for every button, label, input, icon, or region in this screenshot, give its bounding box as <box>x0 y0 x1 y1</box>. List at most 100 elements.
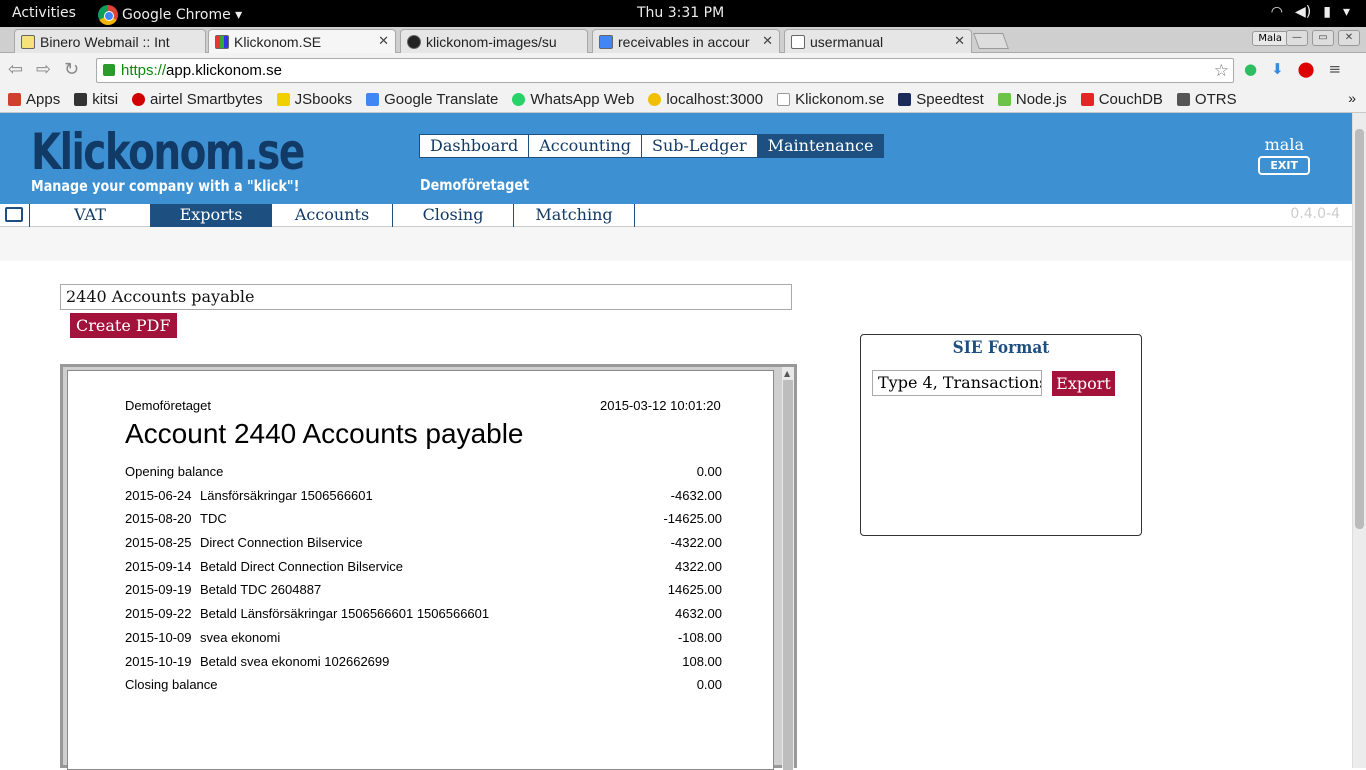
close-window-icon[interactable]: ✕ <box>1338 30 1360 46</box>
maximize-icon[interactable]: ▭ <box>1312 30 1334 46</box>
pdf-scrollbar-thumb[interactable] <box>783 380 793 770</box>
page-scrollbar[interactable] <box>1352 113 1366 768</box>
url-scheme: https:// <box>121 62 167 79</box>
sub-nav-closing[interactable]: Closing <box>393 204 514 227</box>
main-nav-maintenance[interactable]: Maintenance <box>757 135 884 157</box>
ledger-row: 2015-09-22 Betald Länsförsäkringar 15065… <box>125 603 722 627</box>
sie-format-title: SIE Format <box>952 338 1050 358</box>
bookmark-apps[interactable]: Apps <box>8 91 60 108</box>
system-tray[interactable]: ◠ ◀) ▮ ▾ <box>1271 4 1350 20</box>
row-text: svea ekonomi <box>200 629 281 645</box>
otrs-icon <box>1176 92 1190 106</box>
row-amount: 108.00 <box>682 653 722 669</box>
wifi-icon: ◠ <box>1270 4 1284 20</box>
create-pdf-button[interactable]: Create PDF <box>70 313 177 338</box>
page-scrollbar-thumb[interactable] <box>1355 129 1364 529</box>
sub-nav-accounts[interactable]: Accounts <box>272 204 393 227</box>
forward-icon[interactable]: ⇨ <box>36 59 51 80</box>
account-select[interactable]: 2440 Accounts payable <box>60 284 792 310</box>
sub-nav-exports[interactable]: Exports <box>151 204 272 227</box>
sub-nav-vat[interactable]: VAT <box>30 204 151 227</box>
bookmark-google-translate[interactable]: Google Translate <box>366 91 498 108</box>
sie-format-panel: SIE Format Type 4, Transactions Export <box>860 334 1142 536</box>
tab-receivables[interactable]: receivables in accour ✕ <box>592 29 780 53</box>
url-host: app.klickonom.se <box>166 62 282 79</box>
reload-icon[interactable]: ↻ <box>64 59 79 80</box>
bookmark-label: JSbooks <box>294 90 353 108</box>
app-header: Klickonom.se Manage your company with a … <box>0 113 1352 204</box>
bookmark-whatsapp[interactable]: WhatsApp Web <box>512 91 634 108</box>
row-date: 2015-09-22 <box>125 606 192 622</box>
menu-icon[interactable]: ≡ <box>1328 60 1341 78</box>
tab-binero-webmail[interactable]: Binero Webmail :: Int <box>14 29 206 53</box>
bookmark-label: localhost:3000 <box>666 90 764 108</box>
row-date: 2015-09-14 <box>125 558 192 574</box>
adblock-icon[interactable]: ⬤ <box>1298 60 1315 78</box>
globe-icon <box>648 92 662 106</box>
bookmark-localhost[interactable]: localhost:3000 <box>648 91 763 108</box>
row-amount: 14625.00 <box>667 582 722 598</box>
chat-icon[interactable] <box>5 207 23 222</box>
row-text: Länsförsäkringar 1506566601 <box>200 487 373 503</box>
ledger-row: 2015-10-09 svea ekonomi -108.00 <box>125 627 722 651</box>
minimize-icon[interactable]: — <box>1286 30 1308 46</box>
back-icon[interactable]: ⇦ <box>8 59 23 80</box>
close-tab-icon[interactable]: ✕ <box>762 33 773 49</box>
app-logo[interactable]: Klickonom.se <box>31 123 305 181</box>
sie-export-button[interactable]: Export <box>1052 371 1115 396</box>
profile-badge[interactable]: Mala <box>1252 31 1288 46</box>
tab-klickonom[interactable]: Klickonom.SE ✕ <box>208 29 396 53</box>
document-icon <box>791 34 805 49</box>
pdf-page: Demoföretaget 2015-03-12 10:01:20 Accoun… <box>67 370 774 770</box>
activities-button[interactable]: Activities <box>12 5 76 21</box>
bookmark-label: Apps <box>26 90 61 108</box>
sub-nav-matching[interactable]: Matching <box>514 204 635 227</box>
bookmark-klickonom[interactable]: Klickonom.se <box>777 91 884 108</box>
ledger-row: 2015-06-24 Länsförsäkringar 1506566601 -… <box>125 485 722 509</box>
power-menu-icon: ▾ <box>1342 4 1350 20</box>
bookmark-nodejs[interactable]: Node.js <box>997 91 1067 108</box>
sub-nav-items: VAT Exports Accounts Closing Matching <box>29 204 635 227</box>
main-nav-dashboard[interactable]: Dashboard <box>420 135 530 157</box>
new-tab-button[interactable] <box>973 33 1009 49</box>
ledger-row: 2015-08-20 TDC -14625.00 <box>125 508 722 532</box>
row-text: TDC <box>200 511 227 527</box>
clock[interactable]: Thu 3:31 PM <box>637 5 724 21</box>
row-amount: 0.00 <box>696 677 722 693</box>
download-icon[interactable]: ⬇ <box>1271 60 1284 78</box>
pdf-scrollbar[interactable]: ▲ <box>782 367 794 770</box>
main-nav-sub-ledger[interactable]: Sub-Ledger <box>642 135 758 157</box>
bookmark-airtel[interactable]: airtel Smartbytes <box>132 91 263 108</box>
bookmark-speedtest[interactable]: Speedtest <box>898 91 984 108</box>
tab-strip: Binero Webmail :: Int Klickonom.SE ✕ kli… <box>0 27 1366 53</box>
klickonom-favicon-icon <box>215 34 229 49</box>
app-menu[interactable]: Google Chrome ▾ <box>98 5 242 25</box>
bookmark-label: Klickonom.se <box>795 90 885 108</box>
address-bar[interactable]: https://app.klickonom.se ☆ <box>96 58 1234 83</box>
more-bookmarks-icon[interactable]: » <box>1348 90 1356 106</box>
main-nav-accounting[interactable]: Accounting <box>529 135 642 157</box>
pdf-title: Account 2440 Accounts payable <box>125 418 524 449</box>
tab-usermanual[interactable]: usermanual ✕ <box>784 29 972 53</box>
document-icon <box>777 92 791 106</box>
row-date: 2015-06-24 <box>125 487 192 503</box>
sie-type-select[interactable]: Type 4, Transactions <box>872 370 1042 396</box>
evernote-icon[interactable]: ● <box>1244 60 1257 78</box>
bookmark-kitsi[interactable]: kitsi <box>74 91 118 108</box>
close-tab-icon[interactable]: ✕ <box>378 33 389 49</box>
bookmark-star-icon[interactable]: ☆ <box>1214 59 1229 82</box>
app-tagline: Manage your company with a "klick"! <box>31 177 300 195</box>
battery-icon: ▮ <box>1323 4 1331 20</box>
bookmark-jsbooks[interactable]: JSbooks <box>276 90 353 108</box>
bookmarks-bar: Apps kitsi airtel Smartbytes JSbooks Goo… <box>0 86 1366 113</box>
exit-button[interactable]: EXIT <box>1258 156 1310 175</box>
tab-github[interactable]: klickonom-images/su <box>400 29 588 53</box>
bookmark-couchdb[interactable]: CouchDB <box>1080 91 1163 108</box>
bookmark-otrs[interactable]: OTRS <box>1176 91 1237 108</box>
bookmark-label: WhatsApp Web <box>530 90 635 108</box>
row-date: 2015-10-19 <box>125 653 192 669</box>
ledger-row: 2015-10-19 Betald svea ekonomi 102662699… <box>125 651 722 675</box>
close-tab-icon[interactable]: ✕ <box>954 33 965 49</box>
scroll-up-icon[interactable]: ▲ <box>784 369 790 378</box>
app-menu-label: Google Chrome ▾ <box>122 7 243 23</box>
